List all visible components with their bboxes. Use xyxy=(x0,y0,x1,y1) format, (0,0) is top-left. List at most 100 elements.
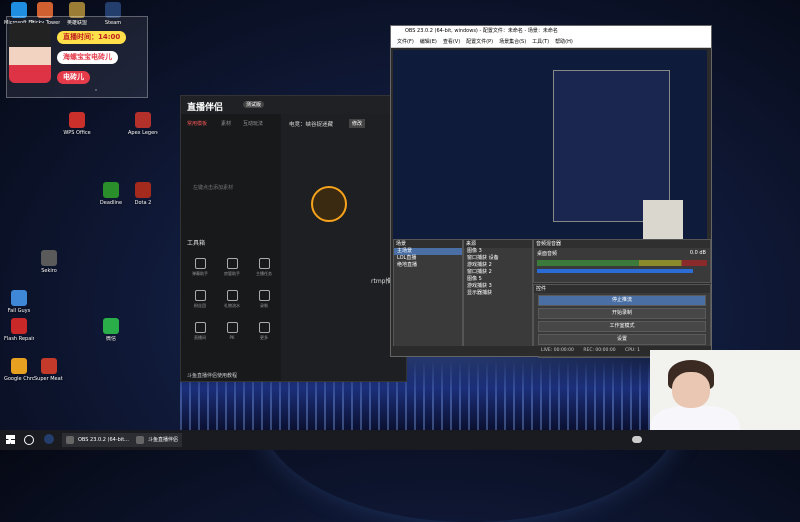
app-icon xyxy=(11,318,27,334)
tool-item[interactable]: PK xyxy=(221,322,243,340)
obs-menu-item[interactable]: 查看(V) xyxy=(443,39,460,45)
tab-templates[interactable]: 常用模板 xyxy=(187,120,207,127)
desktop-icon[interactable]: Apex Legends xyxy=(128,112,158,136)
source-item[interactable]: 图像 5 xyxy=(464,276,532,283)
sources-dock: 来源 图像 3 窗口捕获 设备 游戏捕获 2 窗口捕获 2 图像 5 游戏捕获 3 显示器捕… xyxy=(463,239,533,351)
obs-control-button[interactable]: 开始录制 xyxy=(538,308,706,319)
obs-menu-item[interactable]: 场景集合(S) xyxy=(499,39,526,45)
obs-menu-item[interactable]: 配置文件(P) xyxy=(466,39,493,45)
volume-meter xyxy=(537,260,707,266)
tool-item[interactable]: 主播任务 xyxy=(253,258,275,277)
desktop-icon[interactable]: 微信 xyxy=(96,318,126,342)
mixer-track: 桌面音频 0.0 dB xyxy=(534,248,710,275)
app-icon xyxy=(11,358,27,374)
steam-taskbar-icon[interactable] xyxy=(44,434,54,444)
desktop-icon[interactable]: Sekiro xyxy=(34,250,64,274)
tab-interaction[interactable]: 互动玩法 xyxy=(243,120,263,127)
tutorial-link[interactable]: 斗鱼直播伴侣使用教程 xyxy=(187,372,237,379)
tool-label: 录制 xyxy=(260,303,268,308)
tool-item[interactable]: 录制 xyxy=(253,290,275,309)
app-icon xyxy=(41,250,57,266)
taskbar: OBS 23.0.2 (64-bit... 斗鱼直播伴侣 xyxy=(0,430,800,450)
source-item[interactable]: 窗口捕获 设备 xyxy=(464,255,532,262)
tool-icon xyxy=(258,322,270,333)
tool-icon xyxy=(258,290,270,301)
tool-item[interactable]: 更多 xyxy=(253,322,275,341)
desktop-icon[interactable]: Google Chrome xyxy=(4,358,34,382)
obs-preview[interactable] xyxy=(393,50,707,256)
scene-item[interactable]: 主场景 xyxy=(394,248,462,255)
source-item[interactable]: 游戏捕获 3 xyxy=(464,283,532,290)
obs-menu-item[interactable]: 编辑(E) xyxy=(420,39,437,45)
obs-control-button[interactable]: 设置 xyxy=(538,334,706,345)
cloud-icon[interactable] xyxy=(632,436,642,443)
obs-control-button[interactable]: 工作室模式 xyxy=(538,321,706,332)
stream-time-pill: 直播时间：14:00 xyxy=(57,31,127,44)
mixer-db: 0.0 dB xyxy=(689,250,706,256)
tool-item[interactable]: 粉丝团 xyxy=(189,290,211,309)
live-timer: LIVE: 00:00:00 xyxy=(541,348,574,353)
tab-materials[interactable]: 素材 xyxy=(221,120,231,127)
tool-label: 更多 xyxy=(260,335,268,340)
desktop-icon[interactable]: Deadline xyxy=(96,182,126,206)
stream-overlay-widget: 直播时间：14:00 海螺宝宝电砖儿 电砖儿 xyxy=(6,16,148,98)
app-icon xyxy=(41,358,57,374)
tool-item[interactable]: 直播间 xyxy=(189,322,211,341)
desktop-icon[interactable]: Dota 2 xyxy=(128,182,158,206)
desktop-icon-label: Google Chrome xyxy=(4,376,34,382)
source-item[interactable]: 窗口捕获 2 xyxy=(464,269,532,276)
source-item[interactable]: 游戏捕获 2 xyxy=(464,262,532,269)
stream-title: 电竞：峡谷捉迷藏 xyxy=(289,122,334,128)
cpu-usage: CPU: 1 xyxy=(625,348,641,353)
obs-menu-item[interactable]: 帮助(H) xyxy=(555,39,573,45)
tool-icon xyxy=(226,290,238,301)
tool-icon xyxy=(226,322,238,333)
tool-label: 礼物流水 xyxy=(224,303,240,308)
obs-control-button[interactable]: 停止推流 xyxy=(538,295,706,306)
desktop-icon-label: Deadline xyxy=(99,200,123,206)
volume-slider[interactable] xyxy=(537,269,694,273)
app-icon xyxy=(11,290,27,306)
name-pill: 海螺宝宝电砖儿 xyxy=(57,51,118,64)
app-icon xyxy=(69,112,85,128)
edit-title-button[interactable]: 修改 xyxy=(349,119,366,128)
app-icon xyxy=(103,318,119,334)
source-item[interactable]: 显示器捕获 xyxy=(464,290,532,297)
scene-item[interactable]: LOL直播 xyxy=(394,255,462,262)
tool-item[interactable]: 弹幕助手 xyxy=(189,258,211,277)
name-pill-secondary: 电砖儿 xyxy=(57,71,90,84)
desktop-icon[interactable]: Flash Repair xyxy=(4,318,34,342)
taskbar-obs[interactable]: OBS 23.0.2 (64-bit... xyxy=(62,433,133,447)
controls-header: 控件 xyxy=(534,285,710,293)
tool-icon xyxy=(194,322,206,333)
scenes-header: 场景 xyxy=(394,240,462,248)
desktop-icon[interactable]: Super Meat Boy xyxy=(34,358,64,382)
tool-item[interactable]: 房管助手 xyxy=(221,258,243,277)
windows-start-icon[interactable] xyxy=(6,435,15,444)
scenes-dock: 场景 主场景 LOL直播 绝地直播 xyxy=(393,239,463,351)
taskbar-douyu[interactable]: 斗鱼直播伴侣 xyxy=(132,433,183,447)
stream-brand: 直播伴侣 xyxy=(187,103,224,113)
stream-header: 直播伴侣 测试版 xyxy=(181,96,406,114)
douyu-streamer-window: 直播伴侣 测试版 常用模板 素材 互动玩法 左键点击添加素材 工具箱 斗鱼直播伴… xyxy=(180,95,407,382)
tool-item[interactable]: 礼物流水 xyxy=(221,290,243,309)
obs-menu-item[interactable]: 文件(F) xyxy=(397,39,414,45)
search-icon[interactable] xyxy=(24,435,34,445)
tool-icon xyxy=(258,258,270,269)
tool-icon xyxy=(194,290,206,301)
sources-header: 来源 xyxy=(464,240,532,248)
tool-label: PK xyxy=(229,335,235,340)
add-material-icon[interactable] xyxy=(311,186,347,222)
obs-menu-item[interactable]: 工具(T) xyxy=(532,39,549,45)
source-item[interactable]: 图像 3 xyxy=(464,248,532,255)
mixer-header: 音频混音器 xyxy=(534,240,710,248)
desktop-icon[interactable]: WPS Office xyxy=(62,112,92,136)
desktop-icon[interactable]: Fall Guys xyxy=(4,290,34,314)
scene-item[interactable]: 绝地直播 xyxy=(394,262,462,269)
desktop-icon-label: Dota 2 xyxy=(134,200,152,206)
tool-label: 弹幕助手 xyxy=(192,271,208,276)
app-icon xyxy=(103,182,119,198)
webcam-face xyxy=(672,372,710,408)
app-icon xyxy=(135,182,151,198)
obs-window: OBS 23.0.2 (64-bit, windows) - 配置文件：未命名 … xyxy=(390,25,712,358)
